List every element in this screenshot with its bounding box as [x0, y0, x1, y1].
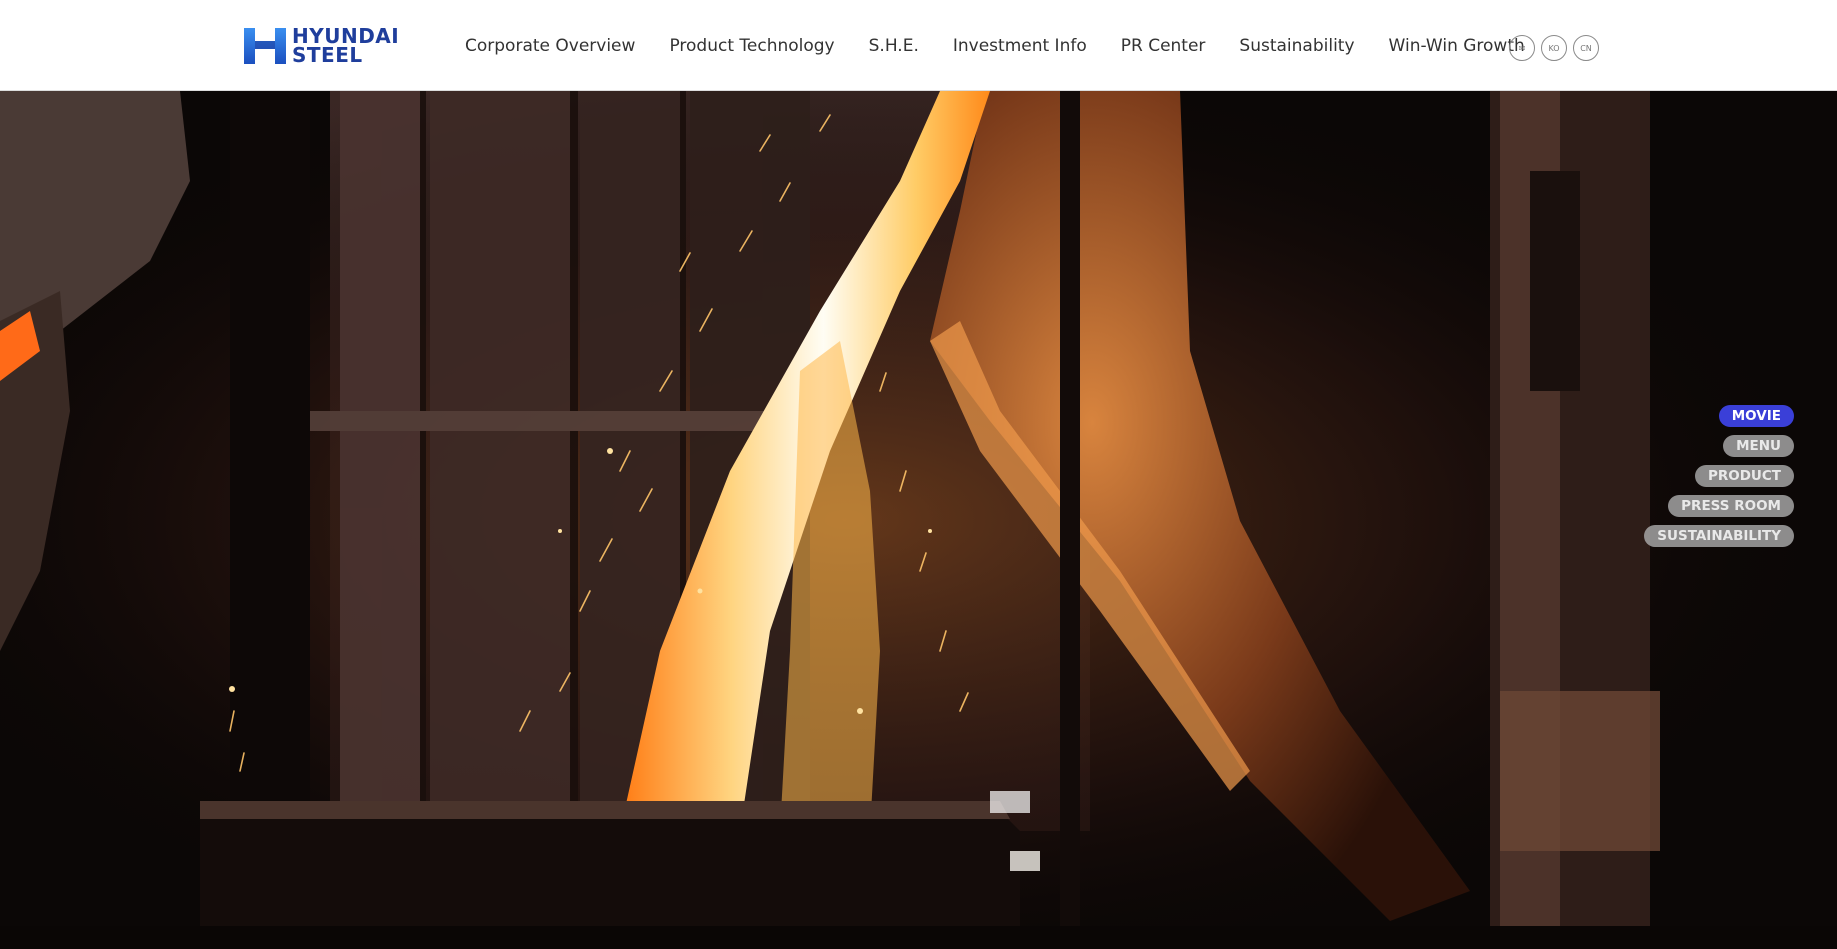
- language-cn-icon[interactable]: CN: [1573, 35, 1599, 61]
- site-header: HYUNDAI STEEL Corporate Overview Product…: [0, 0, 1837, 91]
- nav-investment-info[interactable]: Investment Info: [953, 36, 1087, 56]
- quick-nav-menu[interactable]: MENU: [1723, 435, 1794, 457]
- nav-pr-center[interactable]: PR Center: [1121, 36, 1206, 56]
- nav-sustainability[interactable]: Sustainability: [1239, 36, 1354, 56]
- mail-icon[interactable]: ✉: [1509, 35, 1535, 61]
- hyundai-steel-logo[interactable]: HYUNDAI STEEL: [244, 25, 399, 67]
- quick-nav-press-room[interactable]: PRESS ROOM: [1668, 495, 1794, 517]
- nav-corporate-overview[interactable]: Corporate Overview: [465, 36, 635, 56]
- quick-nav-sustainability[interactable]: SUSTAINABILITY: [1644, 525, 1794, 547]
- quick-nav-movie[interactable]: MOVIE: [1718, 405, 1794, 427]
- logo-line-2: STEEL: [292, 43, 363, 67]
- molten-steel-scene: [0, 91, 1837, 949]
- nav-she[interactable]: S.H.E.: [869, 36, 919, 56]
- nav-product-technology[interactable]: Product Technology: [669, 36, 834, 56]
- main-nav: Corporate Overview Product Technology S.…: [465, 0, 1525, 91]
- nav-win-win-growth[interactable]: Win-Win Growth: [1389, 36, 1525, 56]
- logo-text: HYUNDAI STEEL: [292, 26, 399, 67]
- logo-h-icon: [244, 28, 286, 64]
- hero-video[interactable]: [0, 91, 1837, 949]
- quick-nav-product[interactable]: PRODUCT: [1694, 465, 1794, 487]
- section-quick-nav: MOVIE MENU PRODUCT PRESS ROOM SUSTAINABI…: [1644, 405, 1794, 555]
- language-ko-icon[interactable]: KO: [1541, 35, 1567, 61]
- utility-links: ✉ KO CN: [1509, 35, 1599, 61]
